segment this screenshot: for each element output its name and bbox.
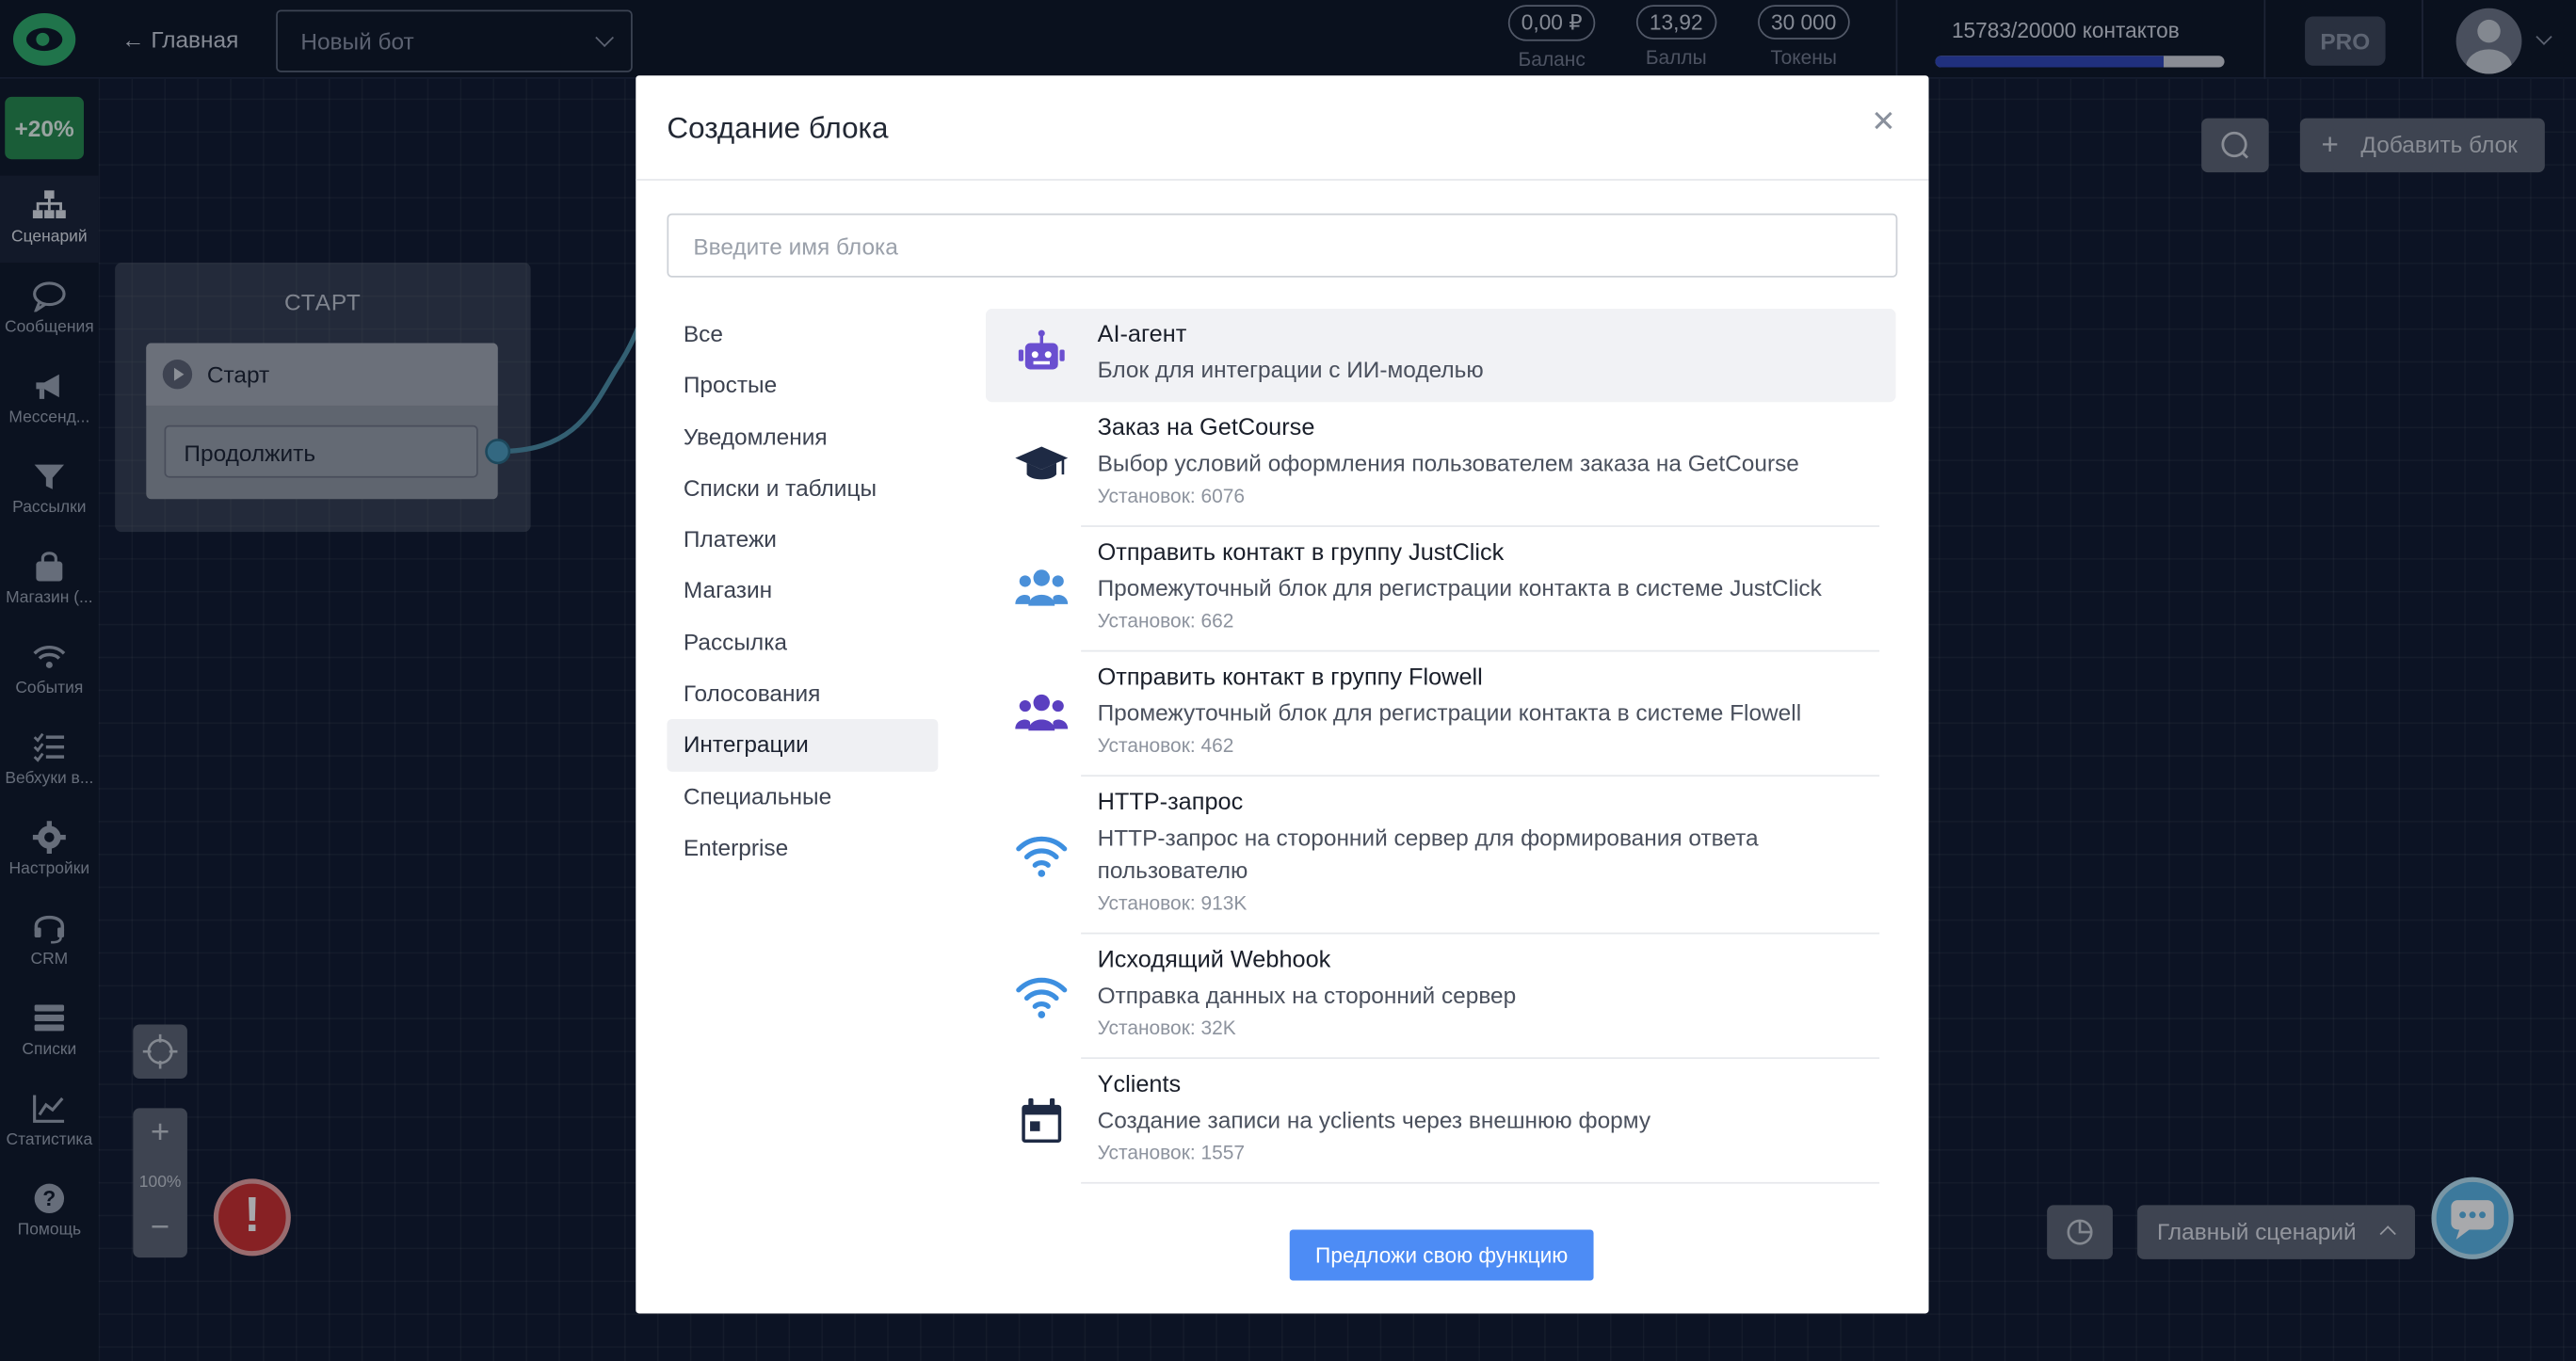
block-list-item[interactable]: Отправить контакт в группу Flowell Проме… (1015, 651, 1880, 777)
category-item[interactable]: Интеграции (667, 719, 939, 772)
block-description: HTTP-запрос на сторонний сервер для форм… (1097, 824, 1759, 884)
wifi-icon (1012, 825, 1071, 885)
category-item[interactable]: Простые (667, 360, 938, 412)
category-item[interactable]: Enterprise (667, 823, 938, 874)
block-description: Блок для интеграции с ИИ-моделью (1097, 356, 1484, 383)
block-installs: Установок: 462 (1097, 733, 1234, 758)
block-list-item[interactable]: AI-агент Блок для интеграции с ИИ-модель… (985, 308, 1896, 403)
category-item[interactable]: Списки и таблицы (667, 463, 938, 515)
block-list-item[interactable]: Yclients Создание записи на yclients чер… (1022, 1059, 1880, 1184)
block-installs: Установок: 913K (1097, 891, 1248, 915)
block-description: Промежуточный блок для регистрации конта… (1097, 574, 1822, 601)
users-icon (1012, 559, 1071, 618)
block-name: Отправить контакт в группу Flowell (1097, 664, 1483, 692)
wifi-icon (1012, 967, 1071, 1026)
block-list: AI-агент Блок для интеграции с ИИ-модель… (985, 308, 1896, 1198)
block-description: Промежуточный блок для регистрации конта… (1097, 699, 1802, 726)
block-list-item[interactable]: Заказ на GetCourse Выбор условий оформле… (1015, 402, 1880, 527)
category-item[interactable]: Уведомления (667, 411, 938, 463)
block-installs: Установок: 662 (1097, 609, 1234, 632)
users-icon (1012, 684, 1071, 744)
block-name: Исходящий Webhook (1097, 947, 1331, 974)
category-item[interactable]: Магазин (667, 566, 938, 617)
block-list-item[interactable]: Отправить контакт в группу JustClick Про… (1015, 527, 1880, 652)
suggest-feature-button[interactable]: Предложи свою функцию (1289, 1229, 1594, 1281)
block-name: Yclients (1097, 1072, 1182, 1098)
block-list-item[interactable]: Исходящий Webhook Отправка данных на сто… (1016, 935, 1880, 1060)
block-installs: Установок: 1557 (1097, 1141, 1246, 1164)
block-name: Заказ на GetCourse (1097, 415, 1315, 442)
block-name: Отправить контакт в группу JustClick (1097, 539, 1505, 567)
block-search-input[interactable] (667, 213, 1898, 278)
block-installs: Установок: 6076 (1097, 484, 1246, 507)
create-block-modal: Создание блока ✕ ВсеПростыеУведомленияСп… (636, 75, 1929, 1314)
close-icon[interactable]: ✕ (1871, 105, 1895, 140)
block-installs: Установок: 32K (1097, 1016, 1236, 1040)
block-name: HTTP-запрос (1097, 790, 1244, 816)
category-item[interactable]: Платежи (667, 514, 938, 566)
category-list: Все Простые Уведомления Списки и таблицы Пла… (667, 309, 939, 874)
graduation-cap-icon (1012, 434, 1071, 493)
category-item[interactable]: Все (667, 309, 938, 360)
block-description: Выбор условий оформления пользователем з… (1097, 449, 1799, 476)
modal-header: Создание блока ✕ (636, 75, 1929, 181)
block-description: Отправка данных на сторонний сервер (1097, 982, 1517, 1009)
modal-title: Создание блока (667, 111, 889, 145)
block-description: Создание записи на yclients через внешню… (1097, 1106, 1651, 1133)
category-item[interactable]: Специальные (667, 771, 938, 823)
category-item[interactable]: Голосования (667, 668, 938, 720)
calendar-icon (1012, 1091, 1071, 1150)
category-item[interactable]: Рассылка (667, 616, 938, 668)
block-list-item[interactable]: HTTP-запрос HTTP-запрос на сторонний сер… (1016, 777, 1880, 935)
robot-icon (1012, 325, 1071, 384)
block-name: AI-агент (1097, 321, 1187, 348)
